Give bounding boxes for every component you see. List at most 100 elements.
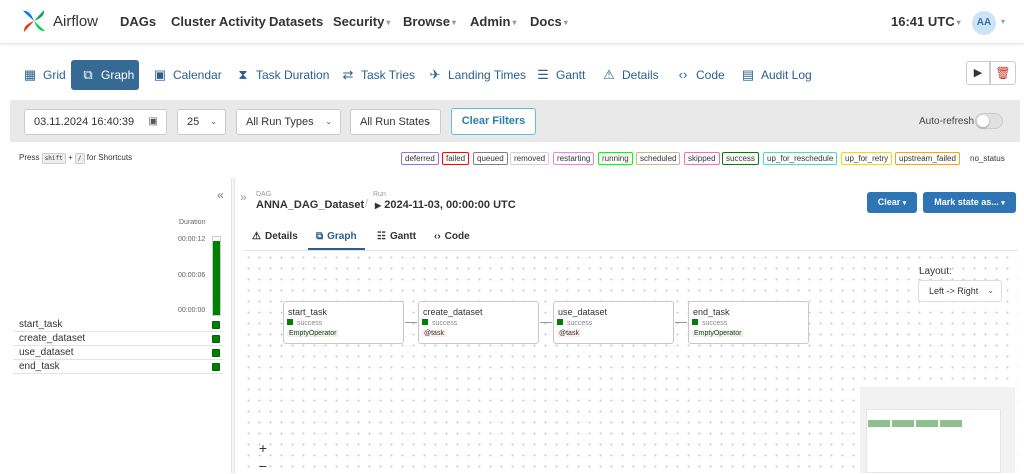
legend-success[interactable]: success [722, 152, 759, 165]
minimap-viewport[interactable] [866, 409, 1001, 473]
chevron-down-icon[interactable]: ▾ [1001, 17, 1005, 26]
utc-clock[interactable]: 16:41 UTC ▾ [891, 14, 961, 29]
tab-task-duration[interactable]: ⧗ Task Duration [226, 60, 339, 90]
tab-task-tries[interactable]: ⇄ Task Tries [331, 60, 425, 90]
tab-calendar-label: Calendar [173, 68, 222, 82]
panel-resize-handle[interactable] [231, 178, 235, 473]
task-instance-cell[interactable] [212, 321, 220, 329]
details-tab-details[interactable]: ⚠ Details [252, 226, 298, 250]
legend-failed[interactable]: failed [442, 152, 470, 165]
tab-audit-log[interactable]: ▤ Audit Log [731, 60, 822, 90]
hourglass-icon: ⧗ [238, 67, 248, 82]
auto-refresh-knob[interactable] [977, 115, 989, 127]
legend-upstream-failed[interactable]: upstream_failed [895, 152, 960, 165]
chevron-down-icon: ▾ [451, 18, 456, 28]
clear-run-button[interactable]: Clear ▾ [867, 192, 917, 213]
shortcut-key-shift: shift [41, 153, 66, 164]
airflow-logo-icon[interactable] [20, 7, 48, 35]
duration-tick-zero: 00:00:00 [178, 307, 206, 314]
legend-scheduled[interactable]: scheduled [636, 152, 681, 165]
legend-up-for-retry[interactable]: up_for_retry [841, 152, 893, 165]
nav-browse[interactable]: Browse ▾ [403, 14, 456, 29]
tab-gantt[interactable]: ☰ Gantt [526, 60, 595, 90]
nav-docs[interactable]: Docs ▾ [530, 14, 568, 29]
dag-run-duration-bar[interactable] [213, 241, 220, 315]
tab-details[interactable]: ⚠ Details [592, 60, 669, 90]
plane-landing-icon: ✈ [429, 67, 441, 82]
legend-skipped[interactable]: skipped [684, 152, 720, 165]
task-name: start_task [19, 319, 63, 330]
legend-restarting[interactable]: restarting [553, 152, 595, 165]
tab-grid-label: Grid [43, 68, 66, 82]
nav-security[interactable]: Security ▾ [333, 14, 390, 29]
tab-grid[interactable]: ▦ Grid [13, 60, 76, 90]
node-operator: @task [422, 330, 446, 337]
graph-node-create-dataset[interactable]: create_dataset success @task [418, 301, 539, 344]
clear-filters-button[interactable]: Clear Filters [451, 108, 536, 135]
brand-name[interactable]: Airflow [53, 13, 98, 30]
layout-select[interactable]: Left -> Right ⌄ [918, 280, 1002, 302]
trigger-dag-button[interactable]: ▶ [966, 61, 990, 85]
nav-cluster-activity[interactable]: Cluster Activity [171, 14, 266, 29]
run-state-select[interactable]: All Run States ⌄ [350, 109, 441, 135]
task-instance-cell[interactable] [212, 349, 220, 357]
collapse-grid-icon[interactable]: « [217, 188, 224, 202]
dag-caption: DAG [256, 191, 272, 198]
legend-queued[interactable]: queued [473, 152, 508, 165]
zoom-in-button[interactable]: + [254, 440, 272, 456]
tab-landing-times-label: Landing Times [448, 68, 527, 82]
run-name-label: 2024-11-03, 00:00:00 UTC [384, 199, 516, 211]
legend-deferred[interactable]: deferred [401, 152, 439, 165]
run-breadcrumb[interactable]: ▶ 2024-11-03, 00:00:00 UTC [375, 199, 516, 211]
dag-name-breadcrumb[interactable]: ANNA_DAG_Dataset [256, 199, 364, 211]
user-avatar[interactable]: AA [972, 11, 996, 35]
tab-calendar[interactable]: ▣ Calendar [143, 60, 232, 90]
num-runs-select[interactable]: 25 ⌄ [177, 109, 226, 135]
calendar-icon: ▣ [153, 67, 167, 82]
task-instance-cell[interactable] [212, 363, 220, 371]
details-tab-gantt[interactable]: ☷ Gantt [377, 226, 416, 250]
zoom-out-button[interactable]: − [254, 458, 272, 474]
chevron-down-icon: ▾ [386, 18, 391, 28]
shortcut-press: Press [19, 153, 40, 162]
delete-dag-button[interactable]: 🗑 [990, 61, 1016, 85]
node-operator: @task [557, 330, 581, 337]
mark-state-button[interactable]: Mark state as... ▾ [923, 192, 1016, 213]
node-name: start_task [288, 307, 328, 317]
state-square-icon [422, 319, 428, 325]
chevron-down-icon: ▾ [563, 18, 568, 28]
graph-node-start-task[interactable]: start_task success EmptyOperator [283, 301, 404, 344]
calendar-icon[interactable]: ▣ [149, 110, 158, 134]
nav-browse-label: Browse [403, 14, 450, 29]
task-row-create-dataset[interactable]: create_dataset [13, 332, 223, 346]
task-instance-cell[interactable] [212, 335, 220, 343]
state-square-icon [692, 319, 698, 325]
task-row-start-task[interactable]: start_task [13, 318, 223, 332]
tab-graph[interactable]: ⧉ Graph [71, 60, 139, 90]
expand-details-icon[interactable]: » [240, 190, 247, 204]
task-row-use-dataset[interactable]: use_dataset [13, 346, 223, 360]
tab-landing-times[interactable]: ✈ Landing Times [418, 60, 536, 90]
task-row-end-task[interactable]: end_task [13, 360, 223, 374]
node-state-label: success [432, 320, 458, 327]
graph-node-end-task[interactable]: end_task success EmptyOperator [688, 301, 809, 344]
nav-admin[interactable]: Admin ▾ [470, 14, 516, 29]
legend-removed[interactable]: removed [510, 152, 550, 165]
details-tab-graph[interactable]: ⧉ Graph [308, 226, 365, 250]
node-operator: EmptyOperator [692, 330, 744, 337]
details-tab-code[interactable]: ‹› Code [434, 226, 470, 250]
details-tab-label: Code [444, 231, 470, 242]
base-date-input[interactable]: 03.11.2024 16:40:39 ▣ [24, 109, 167, 135]
num-runs-value: 25 [187, 116, 200, 128]
warning-triangle-icon: ⚠ [252, 231, 261, 242]
nav-dags[interactable]: DAGs [120, 14, 156, 29]
nav-datasets[interactable]: Datasets [269, 14, 323, 29]
graph-node-use-dataset[interactable]: use_dataset success @task [553, 301, 674, 344]
run-type-select[interactable]: All Run Types ⌄ [236, 109, 341, 135]
code-icon: ‹› [678, 67, 688, 82]
legend-no-status[interactable]: no_status [966, 152, 1009, 165]
legend-up-for-reschedule[interactable]: up_for_reschedule [763, 152, 838, 165]
run-state-value: All Run States [360, 116, 430, 128]
legend-running[interactable]: running [598, 152, 633, 165]
tab-code[interactable]: ‹› Code [666, 60, 735, 90]
